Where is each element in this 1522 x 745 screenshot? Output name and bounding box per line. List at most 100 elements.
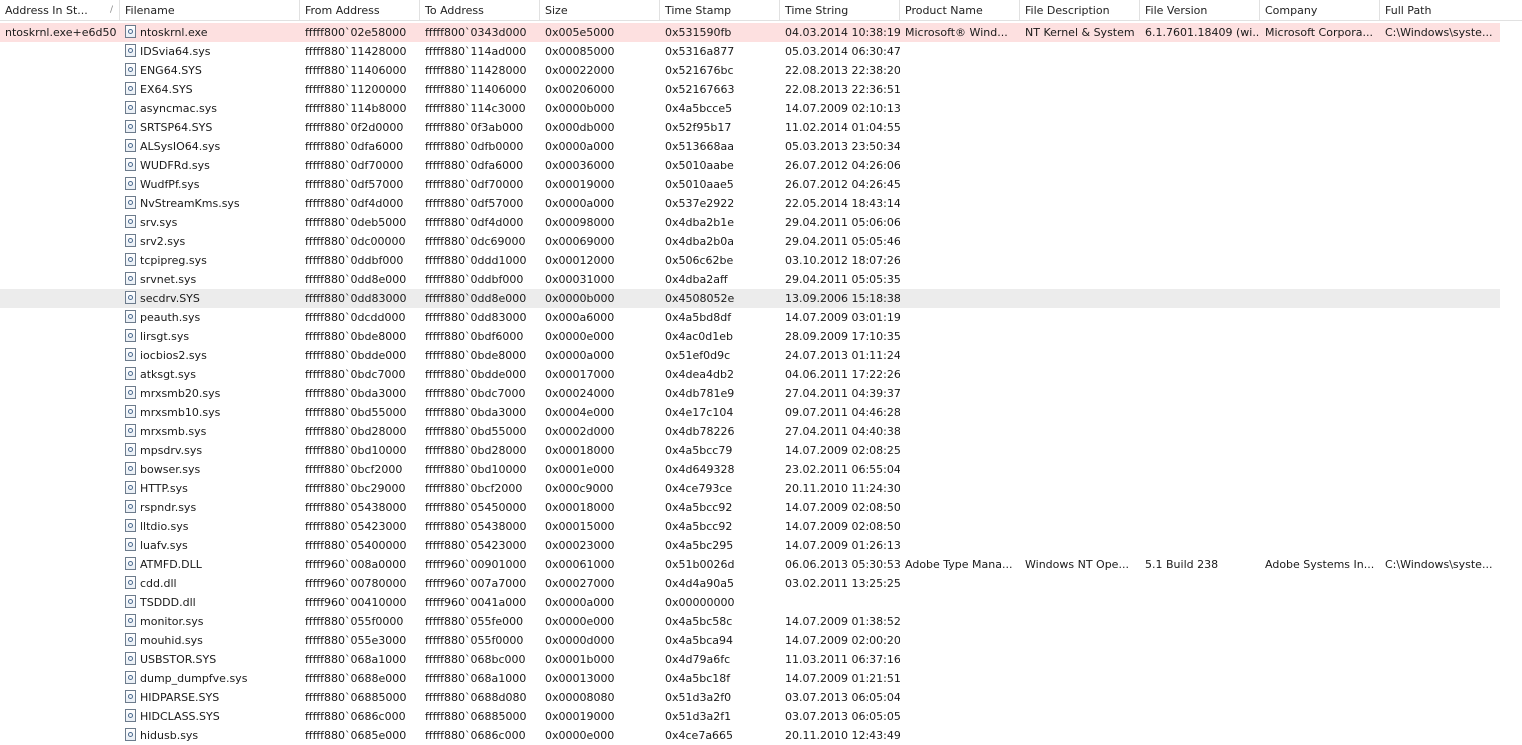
column-header-tstr[interactable]: Time String (780, 0, 900, 20)
cell-stamp: 0x4db781e9 (665, 387, 735, 400)
table-row[interactable]: mrxsmb20.sys fffff880`0bda3000 fffff880`0b… (0, 384, 1522, 403)
table-row[interactable]: mouhid.sys fffff880`055e3000 fffff880`055f… (0, 631, 1522, 650)
cell-from: fffff960`00410000 (305, 596, 407, 609)
cell-from: fffff880`0dcdd000 (305, 311, 406, 324)
table-row[interactable]: IDSvia64.sys fffff880`11428000 fffff880`11… (0, 42, 1522, 61)
cell-to: fffff880`0df70000 (425, 178, 524, 191)
table-row[interactable]: secdrv.SYS fffff880`0dd83000 fffff880`0dd8… (0, 289, 1522, 308)
cell-stamp: 0x4dba2aff (665, 273, 728, 286)
table-row[interactable]: mrxsmb.sys fffff880`0bd28000 fffff880`0bd5… (0, 422, 1522, 441)
table-row[interactable]: bowser.sys fffff880`0bcf2000 fffff880`0bd1… (0, 460, 1522, 479)
column-header-product[interactable]: Product Name (900, 0, 1020, 20)
table-row[interactable]: USBSTOR.SYS fffff880`068a1000 fffff880`068… (0, 650, 1522, 669)
column-header-stamp[interactable]: Time Stamp (660, 0, 780, 20)
table-row[interactable]: srv.sys fffff880`0deb5000 fffff880`0df4d00… (0, 213, 1522, 232)
table-row[interactable]: dump_dumpfve.sys fffff880`0688e000 fffff88… (0, 669, 1522, 688)
table-row[interactable]: srvnet.sys fffff880`0dd8e000 fffff880`0ddb… (0, 270, 1522, 289)
table-row[interactable]: atksgt.sys fffff880`0bdc7000 fffff880`0bdd… (0, 365, 1522, 384)
driver-file-icon (125, 63, 136, 76)
table-row[interactable]: EX64.SYS fffff880`11200000 fffff880`114060… (0, 80, 1522, 99)
cell-filename: IDSvia64.sys (120, 42, 300, 61)
filename-text: NvStreamKms.sys (140, 197, 240, 210)
cell-stamp: 0x51d3a2f0 (665, 691, 732, 704)
table-row[interactable]: asyncmac.sys fffff880`114b8000 fffff880`11… (0, 99, 1522, 118)
table-row[interactable]: hidusb.sys fffff880`0685e000 fffff880`0686… (0, 726, 1522, 745)
cell-from: fffff880`0bda3000 (305, 387, 407, 400)
table-row[interactable]: iocbios2.sys fffff880`0bdde000 fffff880`0b… (0, 346, 1522, 365)
cell-filename: iocbios2.sys (120, 346, 300, 365)
cell-size: 0x00036000 (545, 159, 615, 172)
cell-stamp: 0x531590fb (665, 26, 732, 39)
cell-tstr: 22.08.2013 22:36:51 (785, 83, 900, 96)
cell-size: 0x000a6000 (545, 311, 615, 324)
cell-filename: mpsdrv.sys (120, 441, 300, 460)
driver-file-icon (125, 367, 136, 380)
table-row[interactable]: HIDCLASS.SYS fffff880`0686c000 fffff880`06… (0, 707, 1522, 726)
cell-to: fffff880`114c3000 (425, 102, 526, 115)
cell-filename: mrxsmb.sys (120, 422, 300, 441)
column-header-ver[interactable]: File Version (1140, 0, 1260, 20)
table-row[interactable]: HTTP.sys fffff880`0bc29000 fffff880`0bcf20… (0, 479, 1522, 498)
driver-file-icon (125, 481, 136, 494)
filename-text: HIDCLASS.SYS (140, 710, 220, 723)
column-header-from[interactable]: From Address (300, 0, 420, 20)
cell-to: fffff880`11428000 (425, 64, 527, 77)
table-row[interactable]: tcpipreg.sys fffff880`0ddbf000 fffff880`0d… (0, 251, 1522, 270)
table-row[interactable]: ALSysIO64.sys fffff880`0dfa6000 fffff880`0… (0, 137, 1522, 156)
cell-from: fffff880`0dd83000 (305, 292, 407, 305)
driver-file-icon (125, 519, 136, 532)
cell-size: 0x00017000 (545, 368, 615, 381)
column-header-filename[interactable]: Filename (120, 0, 300, 20)
cell-filename: srvnet.sys (120, 270, 300, 289)
filename-text: asyncmac.sys (140, 102, 217, 115)
cell-tstr: 05.03.2013 23:50:34 (785, 140, 900, 153)
column-header-to[interactable]: To Address (420, 0, 540, 20)
cell-size: 0x00085000 (545, 45, 615, 58)
cell-filename: SRTSP64.SYS (120, 118, 300, 137)
driver-file-icon (125, 443, 136, 456)
cell-filename: TSDDD.dll (120, 593, 300, 612)
cell-from: fffff880`055f0000 (305, 615, 404, 628)
table-row[interactable]: mpsdrv.sys fffff880`0bd10000 fffff880`0bd2… (0, 441, 1522, 460)
table-row[interactable]: WudfPf.sys fffff880`0df57000 fffff880`0df7… (0, 175, 1522, 194)
table-row[interactable]: srv2.sys fffff880`0dc00000 fffff880`0dc690… (0, 232, 1522, 251)
table-row[interactable]: NvStreamKms.sys fffff880`0df4d000 fffff880… (0, 194, 1522, 213)
table-row[interactable]: lltdio.sys fffff880`05423000 fffff880`0543… (0, 517, 1522, 536)
table-row[interactable]: TSDDD.dll fffff960`00410000 fffff960`0041a… (0, 593, 1522, 612)
table-row[interactable]: luafv.sys fffff880`05400000 fffff880`05423… (0, 536, 1522, 555)
column-header-label: Filename (125, 4, 175, 17)
table-row[interactable]: rspndr.sys fffff880`05438000 fffff880`0545… (0, 498, 1522, 517)
column-header-size[interactable]: Size (540, 0, 660, 20)
cell-size: 0x00206000 (545, 83, 615, 96)
driver-file-icon (125, 215, 136, 228)
cell-filename: monitor.sys (120, 612, 300, 631)
cell-to: fffff880`0df4d000 (425, 216, 524, 229)
column-header-path[interactable]: Full Path (1380, 0, 1522, 20)
cell-filename: cdd.dll (120, 574, 300, 593)
cell-stamp: 0x506c62be (665, 254, 734, 267)
table-row[interactable]: monitor.sys fffff880`055f0000 fffff880`055… (0, 612, 1522, 631)
table-row[interactable]: mrxsmb10.sys fffff880`0bd55000 fffff880`0b… (0, 403, 1522, 422)
cell-to: fffff880`055fe000 (425, 615, 524, 628)
table-row[interactable]: SRTSP64.SYS fffff880`0f2d0000 fffff880`0f3… (0, 118, 1522, 137)
cell-size: 0x000db000 (545, 121, 615, 134)
table-row[interactable]: lirsgt.sys fffff880`0bde8000 fffff880`0bdf… (0, 327, 1522, 346)
table-row[interactable]: HIDPARSE.SYS fffff880`06885000 fffff880`06… (0, 688, 1522, 707)
column-header-addr-stack[interactable]: Address In St... / (0, 0, 120, 20)
table-row[interactable]: peauth.sys fffff880`0dcdd000 fffff880`0dd8… (0, 308, 1522, 327)
table-row[interactable]: cdd.dll fffff960`00780000 fffff960`007a700… (0, 574, 1522, 593)
modules-list-view[interactable]: Address In St... / Filename From Address To … (0, 0, 1522, 744)
cell-filename: NvStreamKms.sys (120, 194, 300, 213)
cell-to: fffff960`0041a000 (425, 596, 527, 609)
column-header-desc[interactable]: File Description (1020, 0, 1140, 20)
cell-to: fffff880`05450000 (425, 501, 527, 514)
table-row[interactable]: ATMFD.DLL fffff960`008a0000 fffff960`00901… (0, 555, 1522, 574)
table-row[interactable]: WUDFRd.sys fffff880`0df70000 fffff880`0dfa… (0, 156, 1522, 175)
column-header-company[interactable]: Company (1260, 0, 1380, 20)
cell-size: 0x0000a000 (545, 349, 615, 362)
cell-size: 0x0000d000 (545, 634, 615, 647)
filename-text: srvnet.sys (140, 273, 197, 286)
cell-to: fffff880`06885000 (425, 710, 527, 723)
table-row[interactable]: ntoskrnl.exe+e6d50 ntoskrnl.exe fffff800`0… (0, 23, 1522, 42)
table-row[interactable]: ENG64.SYS fffff880`11406000 fffff880`11428… (0, 61, 1522, 80)
